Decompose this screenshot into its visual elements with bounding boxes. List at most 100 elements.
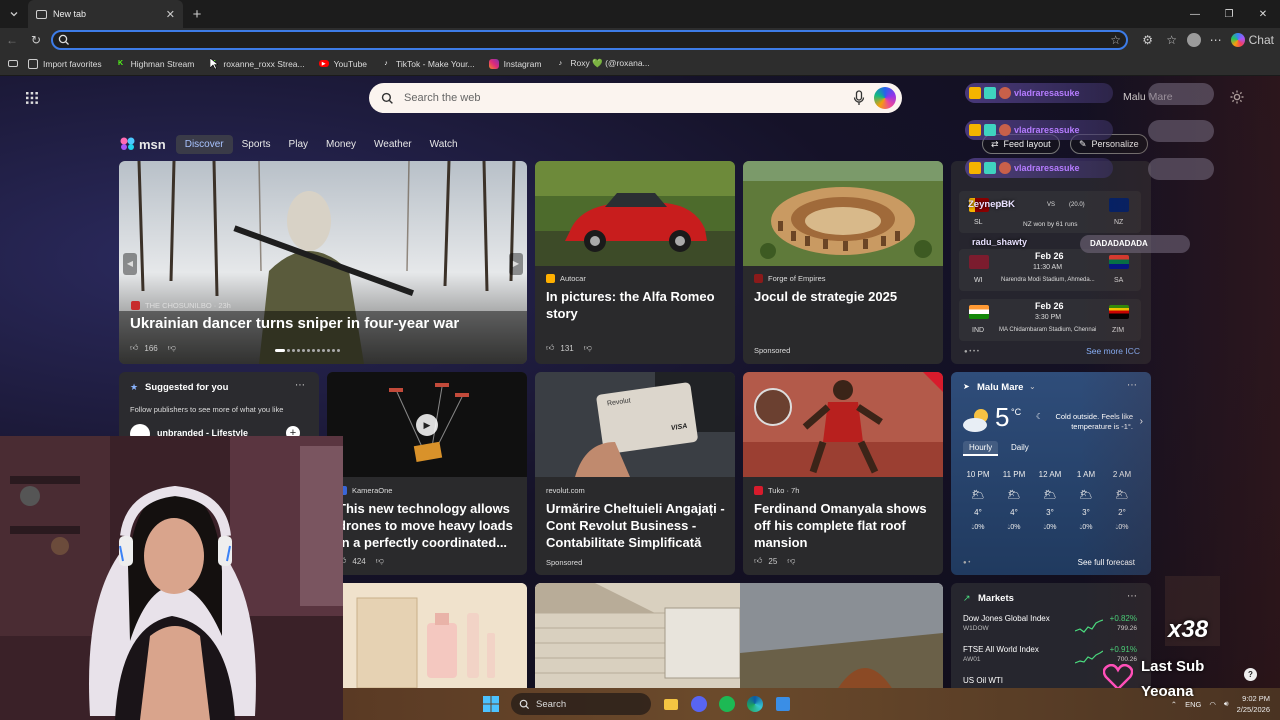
tab-discover[interactable]: Discover bbox=[175, 134, 233, 154]
current-temperature: 5 bbox=[995, 402, 1010, 432]
alfa-title[interactable]: In pictures: the Alfa Romeo story bbox=[546, 288, 726, 322]
wifi-icon[interactable]: ◠ bbox=[1209, 700, 1216, 709]
bookmark-instagram[interactable]: Instagram bbox=[488, 58, 542, 69]
profile-avatar[interactable] bbox=[1186, 33, 1201, 47]
personalize-label: Personalize bbox=[1091, 139, 1139, 149]
like-icon[interactable]: 👍︎ bbox=[754, 556, 762, 566]
close-tab-icon[interactable]: ✕ bbox=[166, 8, 175, 21]
tab-new-tab[interactable]: New tab ✕ bbox=[28, 0, 183, 28]
msn-logo[interactable]: msn bbox=[120, 137, 166, 152]
forge-title[interactable]: Jocul de strategie 2025 bbox=[754, 288, 934, 305]
tab-sports[interactable]: Sports bbox=[233, 135, 280, 154]
tab-hourly[interactable]: Hourly bbox=[963, 441, 999, 456]
omanyala-title[interactable]: Ferdinand Omanyala shows off his complet… bbox=[754, 500, 938, 551]
bookmark-roxy-tiktok[interactable]: ♪ Roxy 💚 (@roxana... bbox=[555, 58, 650, 69]
tab-actions-menu[interactable] bbox=[0, 0, 28, 28]
tab-money[interactable]: Money bbox=[317, 135, 365, 154]
see-more-icc-link[interactable]: See more ICC bbox=[1086, 346, 1140, 356]
tray-overflow-icon[interactable]: ⌃ bbox=[1171, 700, 1177, 709]
forge-logo-icon bbox=[754, 274, 763, 283]
dislike-icon[interactable]: 👎︎ bbox=[787, 556, 795, 566]
back-button[interactable]: ← bbox=[0, 33, 24, 47]
play-video-icon[interactable]: ▶ bbox=[416, 414, 438, 436]
bookmark-roxanne-stream[interactable]: Kroxanne_roxx Strea... bbox=[208, 59, 305, 69]
copilot-chat-button[interactable]: Chat bbox=[1230, 33, 1274, 47]
more-options-icon[interactable]: ⋯ bbox=[295, 380, 305, 391]
hero-title[interactable]: Ukrainian dancer turns sniper in four-ye… bbox=[130, 315, 459, 332]
revolut-ad-card[interactable]: Revolut VISA revolut.com Urmărire Cheltu… bbox=[535, 372, 735, 575]
perfume-ad-card[interactable] bbox=[327, 583, 527, 688]
bookmark-label: Instagram bbox=[503, 58, 542, 69]
dislike-icon[interactable]: 👎︎ bbox=[584, 343, 592, 353]
favorites-icon[interactable]: ☆ bbox=[1163, 33, 1181, 47]
like-icon[interactable]: 👍︎ bbox=[130, 343, 138, 353]
forge-of-empires-card[interactable]: Forge of Empires Jocul de strategie 2025… bbox=[743, 161, 943, 364]
volume-icon[interactable]: 🔊︎ bbox=[1224, 699, 1229, 709]
extensions-icon[interactable]: ⚙ bbox=[1139, 33, 1157, 47]
house-news-card[interactable] bbox=[535, 583, 943, 688]
weather-card[interactable]: ➤ Malu Mare ⌄ ⋯ 5 °C Cold outside. Feels… bbox=[951, 372, 1151, 575]
taskbar-search[interactable]: Search bbox=[511, 693, 651, 715]
tab-watch[interactable]: Watch bbox=[421, 135, 467, 154]
revolut-title[interactable]: Urmărire Cheltuieli Angajați - Cont Revo… bbox=[546, 500, 730, 551]
dislike-icon[interactable]: 👎︎ bbox=[376, 556, 384, 566]
tab-play[interactable]: Play bbox=[280, 135, 317, 154]
alfa-romeo-card[interactable]: Autocar In pictures: the Alfa Romeo stor… bbox=[535, 161, 735, 364]
carousel-prev-button[interactable]: ◀ bbox=[123, 253, 137, 275]
bookmarks-sidebar-icon[interactable] bbox=[8, 60, 18, 67]
kick-icon: K bbox=[118, 60, 124, 67]
discord-button[interactable] bbox=[685, 690, 713, 718]
more-options-icon[interactable]: ⋯ bbox=[1127, 591, 1137, 602]
chevron-right-icon[interactable]: › bbox=[1140, 416, 1143, 427]
minimize-button[interactable]: — bbox=[1178, 0, 1212, 28]
bookmark-youtube[interactable]: ▶ YouTube bbox=[318, 59, 367, 69]
match-date: Feb 26 bbox=[1035, 301, 1064, 311]
market-row[interactable]: Dow Jones Global Index W1DOW +0.82% 799.… bbox=[963, 614, 1137, 642]
omanyala-news-card[interactable]: Tuko · 7h Ferdinand Omanyala shows off h… bbox=[743, 372, 943, 575]
web-search-input[interactable] bbox=[404, 92, 834, 104]
tab-daily[interactable]: Daily bbox=[1011, 443, 1029, 452]
copilot-search-icon[interactable] bbox=[874, 87, 896, 109]
drone-video-card[interactable]: ▶ KameraOne This new technology allows d… bbox=[327, 372, 527, 575]
drone-title[interactable]: This new technology allows drones to mov… bbox=[338, 500, 524, 551]
carousel-next-button[interactable]: ▶ bbox=[509, 253, 523, 275]
help-icon[interactable]: ? bbox=[1244, 668, 1257, 681]
file-explorer-button[interactable] bbox=[657, 690, 685, 718]
maximize-button[interactable]: ❐ bbox=[1212, 0, 1246, 28]
hero-news-card[interactable]: ◀ ▶ THE CHOSUNILBO · 23h Ukrainian dance… bbox=[119, 161, 527, 364]
dislike-icon[interactable]: 👎︎ bbox=[168, 343, 176, 353]
bookmark-label: TikTok - Make Your... bbox=[396, 58, 475, 69]
favorite-star-icon[interactable]: ☆ bbox=[1110, 33, 1121, 47]
settings-gear-icon[interactable] bbox=[1229, 89, 1245, 105]
weather-location[interactable]: Malu Mare bbox=[977, 382, 1023, 393]
new-tab-button[interactable]: + bbox=[183, 6, 211, 23]
see-full-forecast-link[interactable]: See full forecast bbox=[1078, 558, 1135, 567]
address-bar[interactable]: ☆ bbox=[51, 30, 1128, 50]
cricket-match-3[interactable]: IND Feb 26 3:30 PM MA Chidambaram Stadiu… bbox=[959, 299, 1141, 341]
stream-chat-line: vladraresasuke bbox=[965, 83, 1113, 103]
edge-button[interactable] bbox=[741, 690, 769, 718]
cricket-match-1[interactable]: SL (20.0) VS (20.0) NZ NZ won by 61 runs bbox=[959, 191, 1141, 233]
apps-grid-icon[interactable] bbox=[26, 92, 38, 104]
app-button[interactable] bbox=[769, 690, 797, 718]
more-menu-icon[interactable]: ⋯ bbox=[1207, 33, 1225, 47]
refresh-button[interactable]: ↻ bbox=[24, 33, 48, 47]
market-change: +0.91% bbox=[1109, 645, 1137, 654]
match-time: 3:30 PM bbox=[1035, 314, 1062, 321]
tab-weather[interactable]: Weather bbox=[365, 135, 421, 154]
sparkline-chart bbox=[1075, 650, 1103, 664]
close-window-button[interactable]: ✕ bbox=[1246, 0, 1280, 28]
bookmark-tiktok[interactable]: ♪ TikTok - Make Your... bbox=[381, 58, 475, 69]
language-indicator[interactable]: ENG bbox=[1185, 700, 1201, 709]
like-icon[interactable]: 👍︎ bbox=[546, 343, 554, 353]
chevron-down-icon[interactable]: ⌄ bbox=[1029, 382, 1036, 391]
bookmark-highman-stream[interactable]: K Highman Stream bbox=[116, 59, 194, 69]
spotify-button[interactable] bbox=[713, 690, 741, 718]
more-options-icon[interactable]: ⋯ bbox=[1127, 380, 1137, 391]
bookmark-import-favorites[interactable]: Import favorites bbox=[28, 58, 102, 69]
microphone-icon[interactable] bbox=[853, 90, 865, 106]
emote-icon bbox=[999, 124, 1011, 136]
clock[interactable]: 9:02 PM 2/25/2026 bbox=[1237, 693, 1270, 715]
cricket-match-2[interactable]: WI Feb 26 11:30 AM Narendra Modi Stadium… bbox=[959, 249, 1141, 291]
start-button[interactable] bbox=[477, 690, 505, 718]
